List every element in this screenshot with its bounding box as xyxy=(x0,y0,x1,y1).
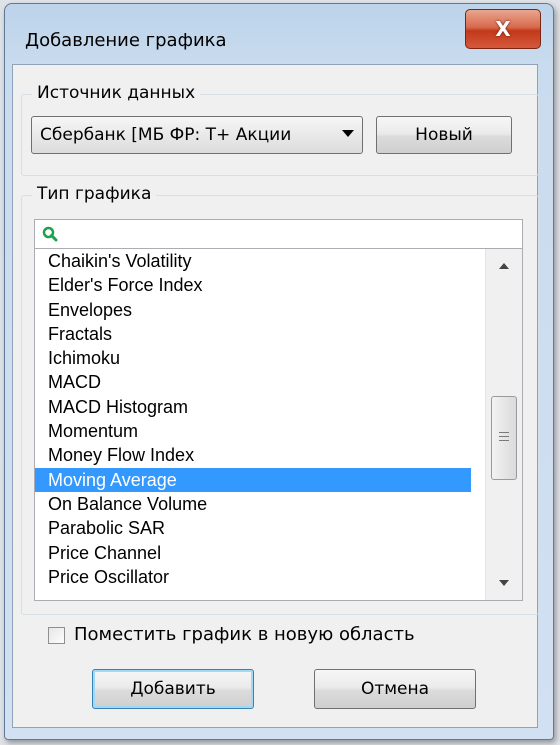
chart-type-item[interactable]: MACD Histogram xyxy=(35,395,471,419)
chart-type-item[interactable]: Price Channel xyxy=(35,541,471,565)
chart-type-item[interactable]: On Balance Volume xyxy=(35,492,471,516)
chart-type-item[interactable]: Moving Average xyxy=(35,467,471,492)
chevron-down-icon xyxy=(342,130,354,137)
chart-type-item[interactable]: Envelopes xyxy=(35,298,471,322)
chart-type-item[interactable]: Fractals xyxy=(35,322,471,346)
chart-type-legend: Тип графика xyxy=(32,184,157,204)
chart-type-item[interactable]: Ichimoku xyxy=(35,346,471,370)
scroll-down-button[interactable] xyxy=(486,566,522,600)
chart-type-item[interactable]: Chaikin's Volatility xyxy=(35,249,471,273)
cancel-button[interactable]: Отмена xyxy=(314,669,476,709)
grip-line xyxy=(499,432,509,433)
chart-type-item[interactable]: Momentum xyxy=(35,419,471,443)
scroll-thumb[interactable] xyxy=(491,396,517,480)
search-input[interactable] xyxy=(34,219,523,249)
add-button[interactable]: Добавить xyxy=(92,669,254,709)
chart-type-item[interactable]: MACD xyxy=(35,370,471,394)
arrow-down-icon xyxy=(499,580,509,586)
scroll-up-button[interactable] xyxy=(486,249,522,283)
grip-line xyxy=(499,440,509,441)
new-area-checkbox[interactable] xyxy=(48,627,65,644)
new-source-button[interactable]: Новый xyxy=(376,116,512,154)
window-title: Добавление графика xyxy=(25,30,227,51)
list-scrollbar[interactable] xyxy=(485,249,522,600)
grip-line xyxy=(499,436,509,437)
data-source-select[interactable]: Сбербанк [МБ ФР: Т+ Акции xyxy=(31,116,363,154)
chart-type-item[interactable]: Elder's Force Index xyxy=(35,273,471,297)
close-button[interactable]: X xyxy=(465,9,541,49)
chart-type-item[interactable]: Parabolic SAR xyxy=(35,516,471,540)
add-button-label: Добавить xyxy=(130,679,216,699)
data-source-value: Сбербанк [МБ ФР: Т+ Акции xyxy=(40,125,292,145)
data-source-legend: Источник данных xyxy=(32,83,201,103)
chart-type-item[interactable]: Money Flow Index xyxy=(35,443,471,467)
new-source-label: Новый xyxy=(415,125,473,145)
chart-type-items: Chaikin's Volatility Elder's Force Index E… xyxy=(35,249,522,589)
close-icon: X xyxy=(495,17,511,41)
search-icon xyxy=(42,226,58,242)
chart-type-item[interactable]: Price Oscillator xyxy=(35,565,471,589)
chart-type-list[interactable]: Chaikin's Volatility Elder's Force Index E… xyxy=(34,249,523,601)
cancel-button-label: Отмена xyxy=(360,679,430,699)
new-area-checkbox-label[interactable]: Поместить график в новую область xyxy=(74,624,415,645)
arrow-up-icon xyxy=(499,263,509,269)
